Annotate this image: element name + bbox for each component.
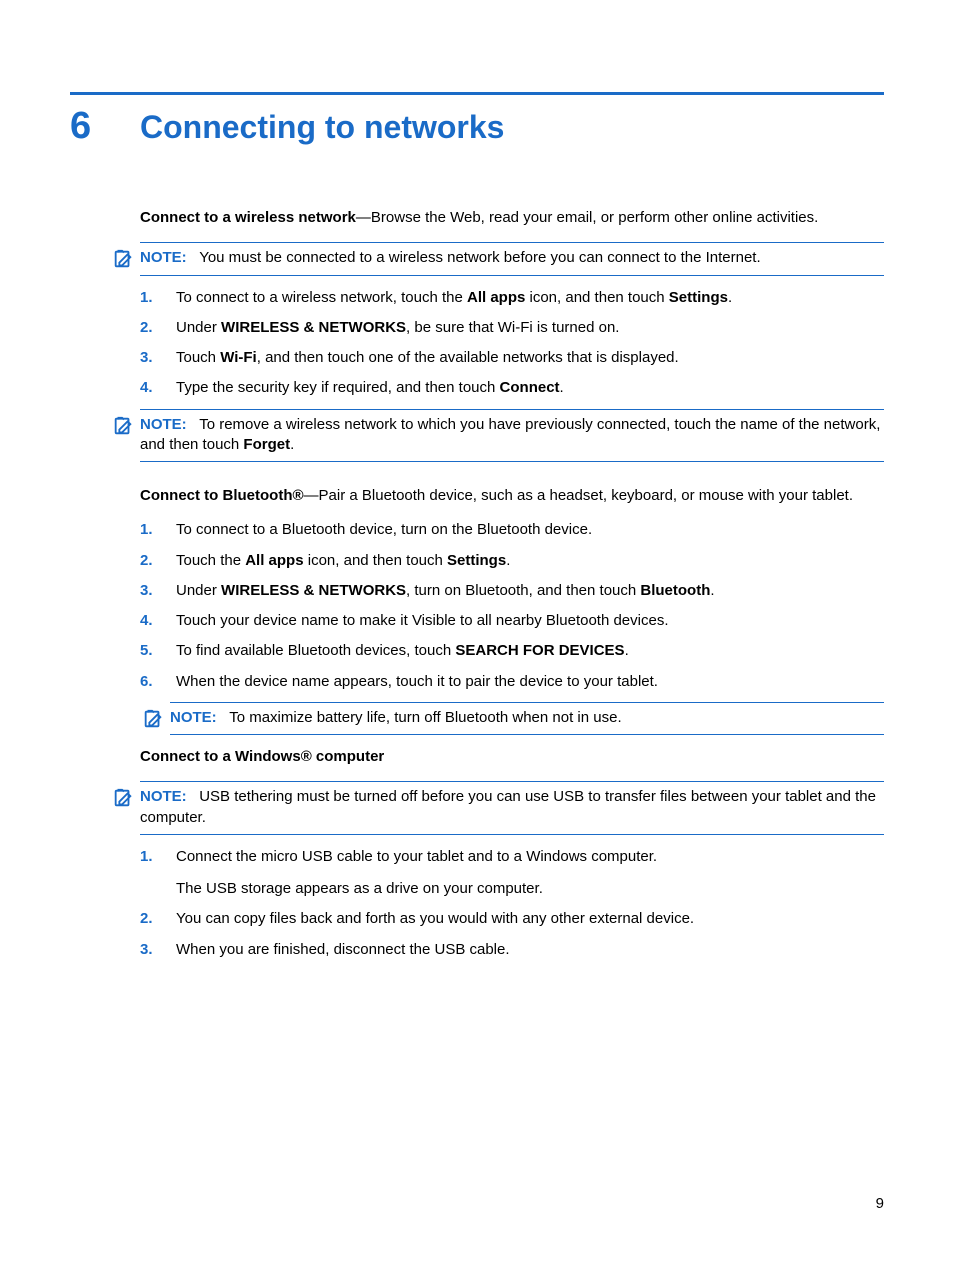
note-box-1: NOTE: You must be connected to a wireles…	[140, 242, 884, 275]
note-box-3: NOTE: To maximize battery life, turn off…	[170, 702, 884, 735]
chapter-heading: 6 Connecting to networks	[70, 105, 884, 148]
list-item: 1.To connect to a wireless network, touc…	[140, 288, 884, 308]
step-number: 2.	[140, 551, 176, 571]
windows-steps: 1.Connect the micro USB cable to your ta…	[140, 847, 884, 960]
bt-intro-bold: Connect to Bluetooth®	[140, 487, 304, 504]
step-number: 3.	[140, 940, 176, 960]
wifi-intro: Connect to a wireless network—Browse the…	[140, 208, 884, 228]
windows-heading: Connect to a Windows® computer	[140, 747, 884, 767]
step-number: 4.	[140, 611, 176, 631]
step-number: 6.	[140, 672, 176, 692]
step-number: 3.	[140, 581, 176, 601]
list-item: 3.Under WIRELESS & NETWORKS, turn on Blu…	[140, 581, 884, 601]
step-number: 1.	[140, 847, 176, 867]
wifi-steps: 1.To connect to a wireless network, touc…	[140, 288, 884, 399]
note-2-text: To remove a wireless network to which yo…	[140, 416, 880, 453]
note-1-text: You must be connected to a wireless netw…	[199, 249, 760, 266]
bluetooth-intro: Connect to Bluetooth®—Pair a Bluetooth d…	[140, 486, 884, 506]
step-text: To connect to a Bluetooth device, turn o…	[176, 520, 884, 540]
step-text: When the device name appears, touch it t…	[176, 672, 884, 692]
step-text: Touch your device name to make it Visibl…	[176, 611, 884, 631]
list-item: 1.Connect the micro USB cable to your ta…	[140, 847, 884, 900]
bt-intro-rest: —Pair a Bluetooth device, such as a head…	[304, 487, 853, 504]
wifi-intro-rest: —Browse the Web, read your email, or per…	[356, 209, 818, 226]
note-icon	[112, 415, 134, 437]
step-number: 2.	[140, 318, 176, 338]
list-item: 1.To connect to a Bluetooth device, turn…	[140, 520, 884, 540]
step-text: Under WIRELESS & NETWORKS, be sure that …	[176, 318, 884, 338]
note-icon	[142, 708, 164, 730]
chapter-title: Connecting to networks	[140, 109, 504, 146]
step-number: 3.	[140, 348, 176, 368]
page-number: 9	[876, 1195, 884, 1212]
step-text: Touch Wi-Fi, and then touch one of the a…	[176, 348, 884, 368]
list-item: 3.Touch Wi-Fi, and then touch one of the…	[140, 348, 884, 368]
note-3-text: To maximize battery life, turn off Bluet…	[229, 709, 621, 726]
note-label: NOTE:	[170, 709, 217, 726]
list-item: 6.When the device name appears, touch it…	[140, 672, 884, 692]
bluetooth-steps: 1.To connect to a Bluetooth device, turn…	[140, 520, 884, 692]
list-item: 2.You can copy files back and forth as y…	[140, 909, 884, 929]
note-label: NOTE:	[140, 416, 187, 433]
list-item: 2.Touch the All apps icon, and then touc…	[140, 551, 884, 571]
note-icon	[112, 787, 134, 809]
note-label: NOTE:	[140, 788, 187, 805]
step-text: You can copy files back and forth as you…	[176, 909, 884, 929]
heading-rule	[70, 92, 884, 95]
note-box-2: NOTE: To remove a wireless network to wh…	[140, 409, 884, 463]
note-4-text: USB tethering must be turned off before …	[140, 788, 876, 825]
step-number: 5.	[140, 641, 176, 661]
page-content: 6 Connecting to networks Connect to a wi…	[0, 0, 954, 960]
step-text: Under WIRELESS & NETWORKS, turn on Bluet…	[176, 581, 884, 601]
list-item: 5.To find available Bluetooth devices, t…	[140, 641, 884, 661]
step-subtext: The USB storage appears as a drive on yo…	[176, 879, 884, 899]
body-column: Connect to a wireless network—Browse the…	[140, 208, 884, 960]
step-text: Connect the micro USB cable to your tabl…	[176, 847, 884, 900]
step-number: 1.	[140, 288, 176, 308]
note-icon	[112, 248, 134, 270]
note-box-4: NOTE: USB tethering must be turned off b…	[140, 781, 884, 835]
list-item: 2.Under WIRELESS & NETWORKS, be sure tha…	[140, 318, 884, 338]
note-label: NOTE:	[140, 249, 187, 266]
step-text: Type the security key if required, and t…	[176, 378, 884, 398]
step-text: When you are finished, disconnect the US…	[176, 940, 884, 960]
step-number: 4.	[140, 378, 176, 398]
step-text: To connect to a wireless network, touch …	[176, 288, 884, 308]
list-item: 4.Type the security key if required, and…	[140, 378, 884, 398]
wifi-intro-bold: Connect to a wireless network	[140, 209, 356, 226]
chapter-number: 6	[70, 105, 140, 148]
list-item: 3.When you are finished, disconnect the …	[140, 940, 884, 960]
step-text: Touch the All apps icon, and then touch …	[176, 551, 884, 571]
list-item: 4.Touch your device name to make it Visi…	[140, 611, 884, 631]
step-number: 1.	[140, 520, 176, 540]
step-text: To find available Bluetooth devices, tou…	[176, 641, 884, 661]
step-number: 2.	[140, 909, 176, 929]
